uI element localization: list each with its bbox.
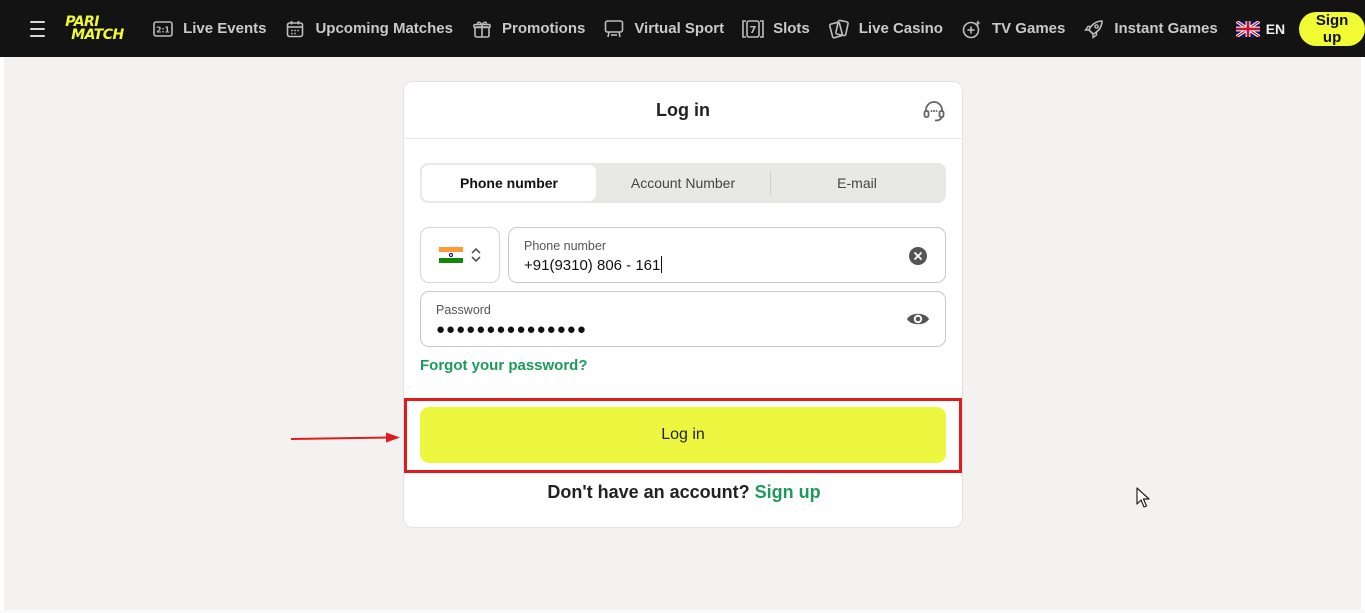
login-title: Log in <box>656 99 710 120</box>
nav-label: Virtual Sport <box>634 20 725 37</box>
login-card-header: Log in <box>404 82 962 139</box>
score-icon: 2:1 <box>152 18 174 40</box>
nav-label: Upcoming Matches <box>315 20 453 37</box>
parimatch-logo[interactable]: PARI MATCH <box>65 14 126 44</box>
password-input[interactable]: ●●●●●●●●●●●●●●● <box>436 321 930 338</box>
chevron-up-down-icon <box>471 247 481 263</box>
nav-instant-games[interactable]: Instant Games <box>1083 18 1218 40</box>
country-code-selector[interactable] <box>420 227 500 283</box>
rocket-icon <box>1083 18 1105 40</box>
phone-input[interactable]: +91(9310) 806 - 161 <box>524 256 930 274</box>
arrow-annotation-icon <box>290 432 400 443</box>
signup-link[interactable]: Sign up <box>755 482 821 502</box>
signup-button[interactable]: Sign up <box>1299 11 1365 46</box>
support-headset-icon[interactable] <box>922 99 946 123</box>
signup-prompt: Don't have an account? Sign up <box>404 482 964 503</box>
page-right-edge <box>1361 57 1365 613</box>
text-caret <box>661 256 663 273</box>
nav-label: Promotions <box>501 20 586 37</box>
main-nav: 2:1 Live Events Upcoming Matches Promoti… <box>152 18 1236 40</box>
nav-promotions[interactable]: Promotions <box>471 18 585 40</box>
clear-input-icon[interactable] <box>908 246 928 266</box>
calendar-icon <box>284 18 306 40</box>
language-selector[interactable]: EN <box>1235 20 1286 37</box>
india-flag-icon <box>439 247 463 263</box>
svg-text:2:1: 2:1 <box>156 25 169 34</box>
page-left-edge <box>0 57 4 613</box>
mouse-cursor-icon <box>1136 487 1150 508</box>
tab-account-number[interactable]: Account Number <box>596 165 770 201</box>
nav-virtual-sport[interactable]: Virtual Sport <box>603 18 724 40</box>
nav-live-casino[interactable]: Live Casino <box>828 18 943 40</box>
nav-label: Live Casino <box>858 20 943 37</box>
login-submit-button[interactable]: Log in <box>420 407 946 463</box>
slot-seven-icon: 7 <box>742 18 764 40</box>
phone-field-label: Phone number <box>524 239 607 253</box>
svg-text:7: 7 <box>750 25 757 36</box>
menu-icon[interactable] <box>30 20 46 37</box>
nav-tv-games[interactable]: TV Games <box>961 18 1065 40</box>
password-field-label: Password <box>436 303 491 317</box>
uk-flag-icon <box>1235 20 1260 37</box>
no-account-text: Don't have an account? <box>547 482 750 502</box>
login-card: Log in Phone number Account Number E-mai… <box>403 81 963 528</box>
cards-icon <box>828 18 850 40</box>
phone-number-field[interactable]: Phone number +91(9310) 806 - 161 <box>508 227 946 283</box>
language-code: EN <box>1265 20 1286 37</box>
password-field[interactable]: Password ●●●●●●●●●●●●●●● <box>420 291 946 347</box>
tv-games-icon <box>961 18 983 40</box>
tab-email[interactable]: E-mail <box>770 165 944 201</box>
phone-input-value: +91(9310) 806 - 161 <box>524 257 661 274</box>
nav-label: Instant Games <box>1114 20 1218 37</box>
nav-slots[interactable]: 7 Slots <box>742 18 810 40</box>
top-navbar: PARI MATCH 2:1 Live Events Upcoming Matc… <box>0 0 1365 57</box>
gamepad-icon <box>603 18 625 40</box>
forgot-password-link[interactable]: Forgot your password? <box>420 357 588 374</box>
eye-icon[interactable] <box>906 309 930 329</box>
tab-phone-number[interactable]: Phone number <box>422 165 596 201</box>
nav-label: TV Games <box>991 20 1066 37</box>
nav-label: Live Events <box>183 20 267 37</box>
nav-label: Slots <box>773 20 810 37</box>
logo-text-bottom: MATCH <box>71 26 124 43</box>
gift-icon <box>471 18 493 40</box>
nav-live-events[interactable]: 2:1 Live Events <box>152 18 266 40</box>
login-method-tabs: Phone number Account Number E-mail <box>420 163 946 203</box>
nav-upcoming-matches[interactable]: Upcoming Matches <box>284 18 453 40</box>
